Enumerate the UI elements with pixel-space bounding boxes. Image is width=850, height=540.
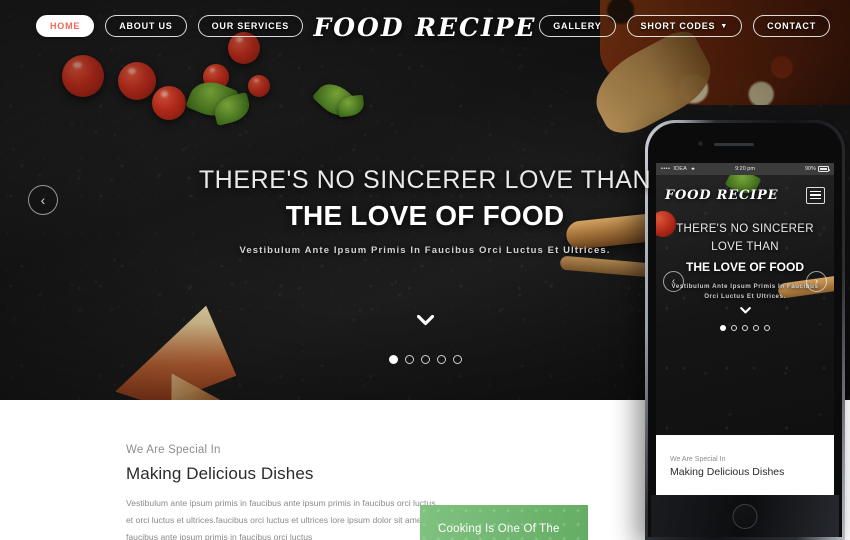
phone-bottom-bezel: [651, 495, 839, 537]
section-eyebrow: We Are Special In: [126, 444, 221, 456]
section-text-block: We Are Special In Making Delicious Dishe…: [126, 444, 436, 540]
section-body-text: Vestibulum ante ipsum primis in faucibus…: [126, 498, 436, 540]
front-camera-icon: [698, 141, 703, 146]
hero-headline-line1: THERE'S NO SINCERER LOVE THAN: [198, 166, 652, 194]
earpiece-speaker: [714, 142, 754, 146]
chevron-down-glyph: [416, 314, 434, 326]
phone-hero-subtitle: Vestibulum Ante Ipsum Primis In Faucibus…: [671, 282, 819, 301]
hero-subtitle: Vestibulum Ante Ipsum Primis In Faucibus…: [239, 245, 611, 256]
green-card-label: Cooking Is One Of The: [438, 523, 560, 535]
slider-dot-5[interactable]: [452, 355, 462, 364]
slider-dot-4[interactable]: [436, 355, 446, 364]
slider-prev-arrow-icon[interactable]: ‹: [28, 185, 58, 215]
green-overlay-card: Cooking Is One Of The: [420, 505, 588, 540]
section-title: Making Delicious Dishes: [126, 464, 314, 483]
phone-section-eyebrow: We Are Special In: [670, 456, 726, 463]
hero-headline-line2: THE LOVE OF FOOD: [285, 200, 565, 231]
phone-content-section: We Are Special In Making Delicious Dishe…: [656, 435, 834, 503]
phone-top-bezel: [652, 123, 838, 163]
slider-dot-3[interactable]: [420, 355, 430, 364]
phone-slider-next-arrow-icon[interactable]: ›: [806, 271, 827, 292]
site-logo[interactable]: FOOD RECIPE: [0, 13, 850, 42]
slider-dot-2[interactable]: [404, 355, 414, 364]
home-button[interactable]: [732, 504, 758, 529]
phone-slider-prev-arrow-icon[interactable]: ‹: [663, 271, 684, 292]
phone-hero-headline-line2: THE LOVE OF FOOD: [685, 259, 804, 274]
hero-content: THERE'S NO SINCERER LOVE THAN THE LOVE O…: [0, 166, 850, 256]
phone-section-title: Making Delicious Dishes: [670, 466, 785, 478]
slider-dot-1[interactable]: [388, 355, 398, 364]
slider-dots: [0, 355, 850, 364]
scroll-down-chevron-icon[interactable]: [0, 313, 850, 330]
page-root: HOME ABOUT US OUR SERVICES GALLERY SHORT…: [0, 0, 850, 540]
